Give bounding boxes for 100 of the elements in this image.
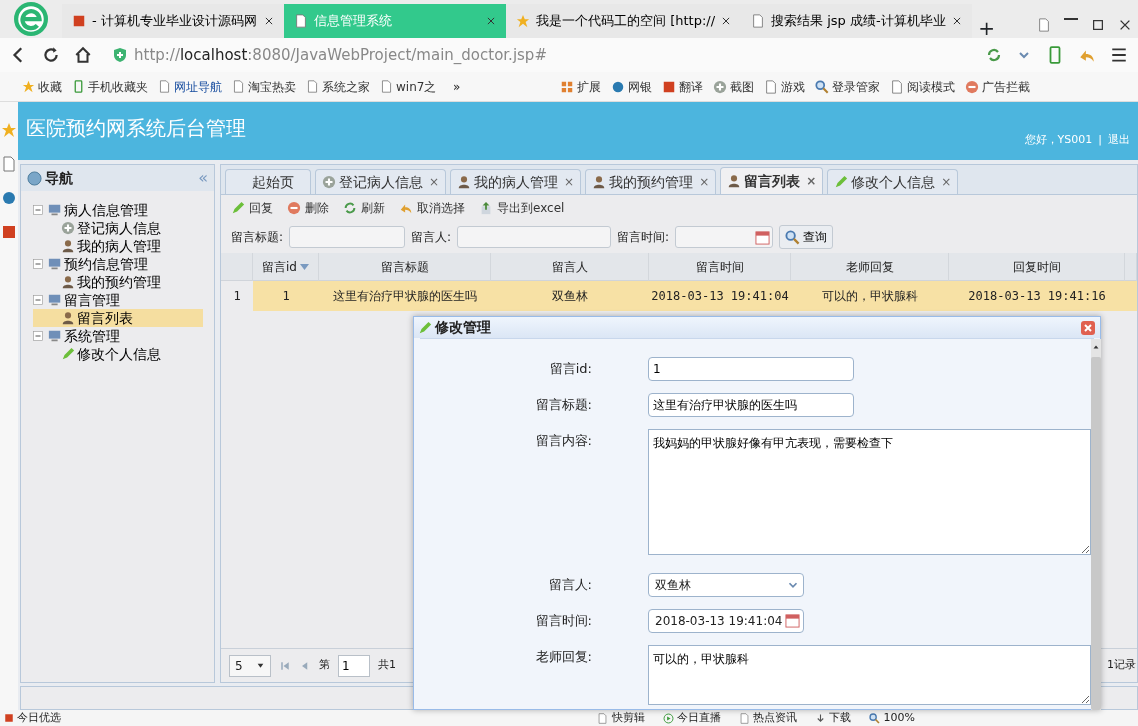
- export-icon: [479, 201, 493, 215]
- tree-item[interactable]: 我的预约管理: [33, 273, 203, 291]
- extension-button[interactable]: 网银: [611, 77, 653, 96]
- toolbar-button[interactable]: 回复: [231, 199, 273, 217]
- column-header[interactable]: 留言人: [491, 253, 649, 281]
- panel-tab[interactable]: 起始页: [225, 169, 311, 194]
- extension-button[interactable]: 扩展: [560, 77, 602, 96]
- panel-tab[interactable]: 修改个人信息 ×: [827, 169, 959, 194]
- table-cell: 可以的，甲状腺科: [791, 281, 949, 311]
- column-header[interactable]: 留言id: [253, 253, 319, 281]
- monitor-icon: [48, 293, 62, 307]
- edit-icon: [834, 175, 849, 189]
- toolbar-button[interactable]: 取消选择: [399, 199, 465, 217]
- table-cell: 这里有治疗甲状腺的医生吗: [319, 281, 491, 311]
- row-number: 1: [232, 288, 242, 305]
- bookmark-link[interactable]: 系统之家: [306, 77, 370, 96]
- new-tab-button[interactable]: +: [978, 18, 995, 38]
- input-field[interactable]: 这里有治疗甲状腺的医生吗: [648, 393, 854, 417]
- scrollbar[interactable]: [1091, 339, 1101, 710]
- minimize-icon[interactable]: [1063, 17, 1078, 20]
- tree-folder[interactable]: 预约信息管理: [33, 255, 203, 273]
- bookmark-link[interactable]: win7之: [380, 77, 437, 96]
- close-icon: [721, 16, 732, 26]
- bookmark-link[interactable]: 网址导航: [158, 77, 222, 96]
- extension-icon: [890, 79, 905, 94]
- panel-tab[interactable]: 登记病人信息 ×: [315, 169, 447, 194]
- date-field[interactable]: 2018-03-13 19:41:04: [648, 608, 804, 633]
- user-icon: [592, 175, 607, 189]
- table-cell: 双鱼林: [491, 281, 649, 311]
- scroll-up-icon: [1092, 343, 1100, 351]
- bookmark-link[interactable]: 手机收藏夹: [72, 77, 148, 96]
- filter-field[interactable]: [289, 226, 406, 248]
- text-area[interactable]: 可以的，甲状腺科: [648, 644, 1091, 705]
- extension-icon: [560, 79, 575, 94]
- bookmark-link[interactable]: 淘宝热卖: [232, 77, 296, 96]
- filter-label: 留言人:: [411, 229, 452, 246]
- tree-folder[interactable]: 病人信息管理: [33, 201, 203, 219]
- page-size-select[interactable]: 5: [229, 654, 271, 677]
- form-label: 留言人:: [547, 575, 592, 594]
- close-icon: [1080, 319, 1096, 336]
- column-header[interactable]: 回复时间: [949, 253, 1125, 281]
- tree-item[interactable]: 修改个人信息: [33, 345, 203, 363]
- text-area[interactable]: 我妈妈的甲状腺好像有甲亢表现，需要检查下: [648, 429, 1091, 555]
- column-header[interactable]: 留言时间: [649, 253, 791, 281]
- extension-button[interactable]: 游戏: [764, 77, 806, 96]
- filter-label: 留言时间:: [617, 229, 670, 246]
- select-field[interactable]: 双鱼林: [648, 572, 804, 597]
- toolbar-button[interactable]: 刷新: [343, 199, 385, 217]
- tree-item[interactable]: 留言列表: [33, 309, 203, 327]
- star-icon: [516, 14, 530, 28]
- page-field[interactable]: 1: [338, 654, 370, 677]
- extension-icon: [764, 79, 779, 94]
- tree-item[interactable]: 登记病人信息: [33, 219, 203, 237]
- app-title: 医院预约网系统后台管理: [26, 115, 246, 142]
- extension-button[interactable]: 翻译: [662, 77, 704, 96]
- toolbar-button[interactable]: 导出到excel: [479, 199, 565, 217]
- toolbar-button[interactable]: 删除: [287, 199, 329, 217]
- globe-icon: [27, 170, 42, 186]
- star-icon: [22, 80, 35, 93]
- query-button[interactable]: 查询: [779, 225, 834, 249]
- input-field[interactable]: 1: [648, 357, 854, 381]
- panel-tab[interactable]: 我的病人管理 ×: [450, 169, 582, 194]
- page-icon: [294, 14, 308, 28]
- page-label: 第: [319, 657, 330, 674]
- extension-button[interactable]: 阅读模式: [890, 77, 956, 96]
- bookmark-link[interactable]: 收藏: [22, 77, 62, 96]
- extension-button[interactable]: 登录管家: [815, 77, 881, 96]
- status-item[interactable]: 今日直播: [676, 710, 721, 726]
- user-icon: [457, 175, 472, 189]
- status-item[interactable]: 100%: [883, 710, 915, 726]
- tree-item[interactable]: 我的病人管理: [33, 237, 203, 255]
- status-item[interactable]: 热点资讯: [753, 710, 797, 726]
- more-bookmarks[interactable]: »: [452, 77, 461, 96]
- panel-tab[interactable]: 我的预约管理 ×: [585, 169, 717, 194]
- user-icon: [727, 174, 742, 188]
- form-label: 留言内容:: [534, 432, 592, 450]
- page-icon: [751, 14, 766, 28]
- browser-tab[interactable]: - 计算机专业毕业设计源码网: [62, 4, 284, 38]
- extension-button[interactable]: 截图: [713, 77, 755, 96]
- greeting-text: 您好，YS001: [1024, 131, 1093, 148]
- status-item[interactable]: 快剪辑: [611, 710, 645, 726]
- browser-tab[interactable]: 我是一个代码工的空间 [http://: [506, 4, 742, 38]
- column-header[interactable]: 老师回复: [791, 253, 949, 281]
- date-field[interactable]: [675, 226, 774, 248]
- extension-button[interactable]: 广告拦截: [965, 77, 1031, 96]
- tree-folder[interactable]: 系统管理: [33, 327, 203, 345]
- browser-logo-icon: [14, 2, 48, 36]
- panel-tab[interactable]: 留言列表 ×: [720, 167, 824, 194]
- tree-folder[interactable]: 留言管理: [33, 291, 203, 309]
- close-icon: [486, 16, 496, 26]
- browser-tab[interactable]: 搜索结果 jsp 成绩-计算机毕业: [741, 4, 972, 38]
- status-item[interactable]: 下载: [829, 710, 852, 726]
- record-count-text: 1记录: [1107, 657, 1136, 674]
- column-header[interactable]: 留言标题: [319, 253, 491, 281]
- table-cell: 1: [253, 281, 319, 311]
- reload-icon: [42, 46, 60, 64]
- reload-icon: [343, 201, 357, 215]
- form-label: 老师回复:: [534, 647, 592, 666]
- status-icon: [662, 712, 674, 724]
- filter-field[interactable]: [457, 226, 612, 248]
